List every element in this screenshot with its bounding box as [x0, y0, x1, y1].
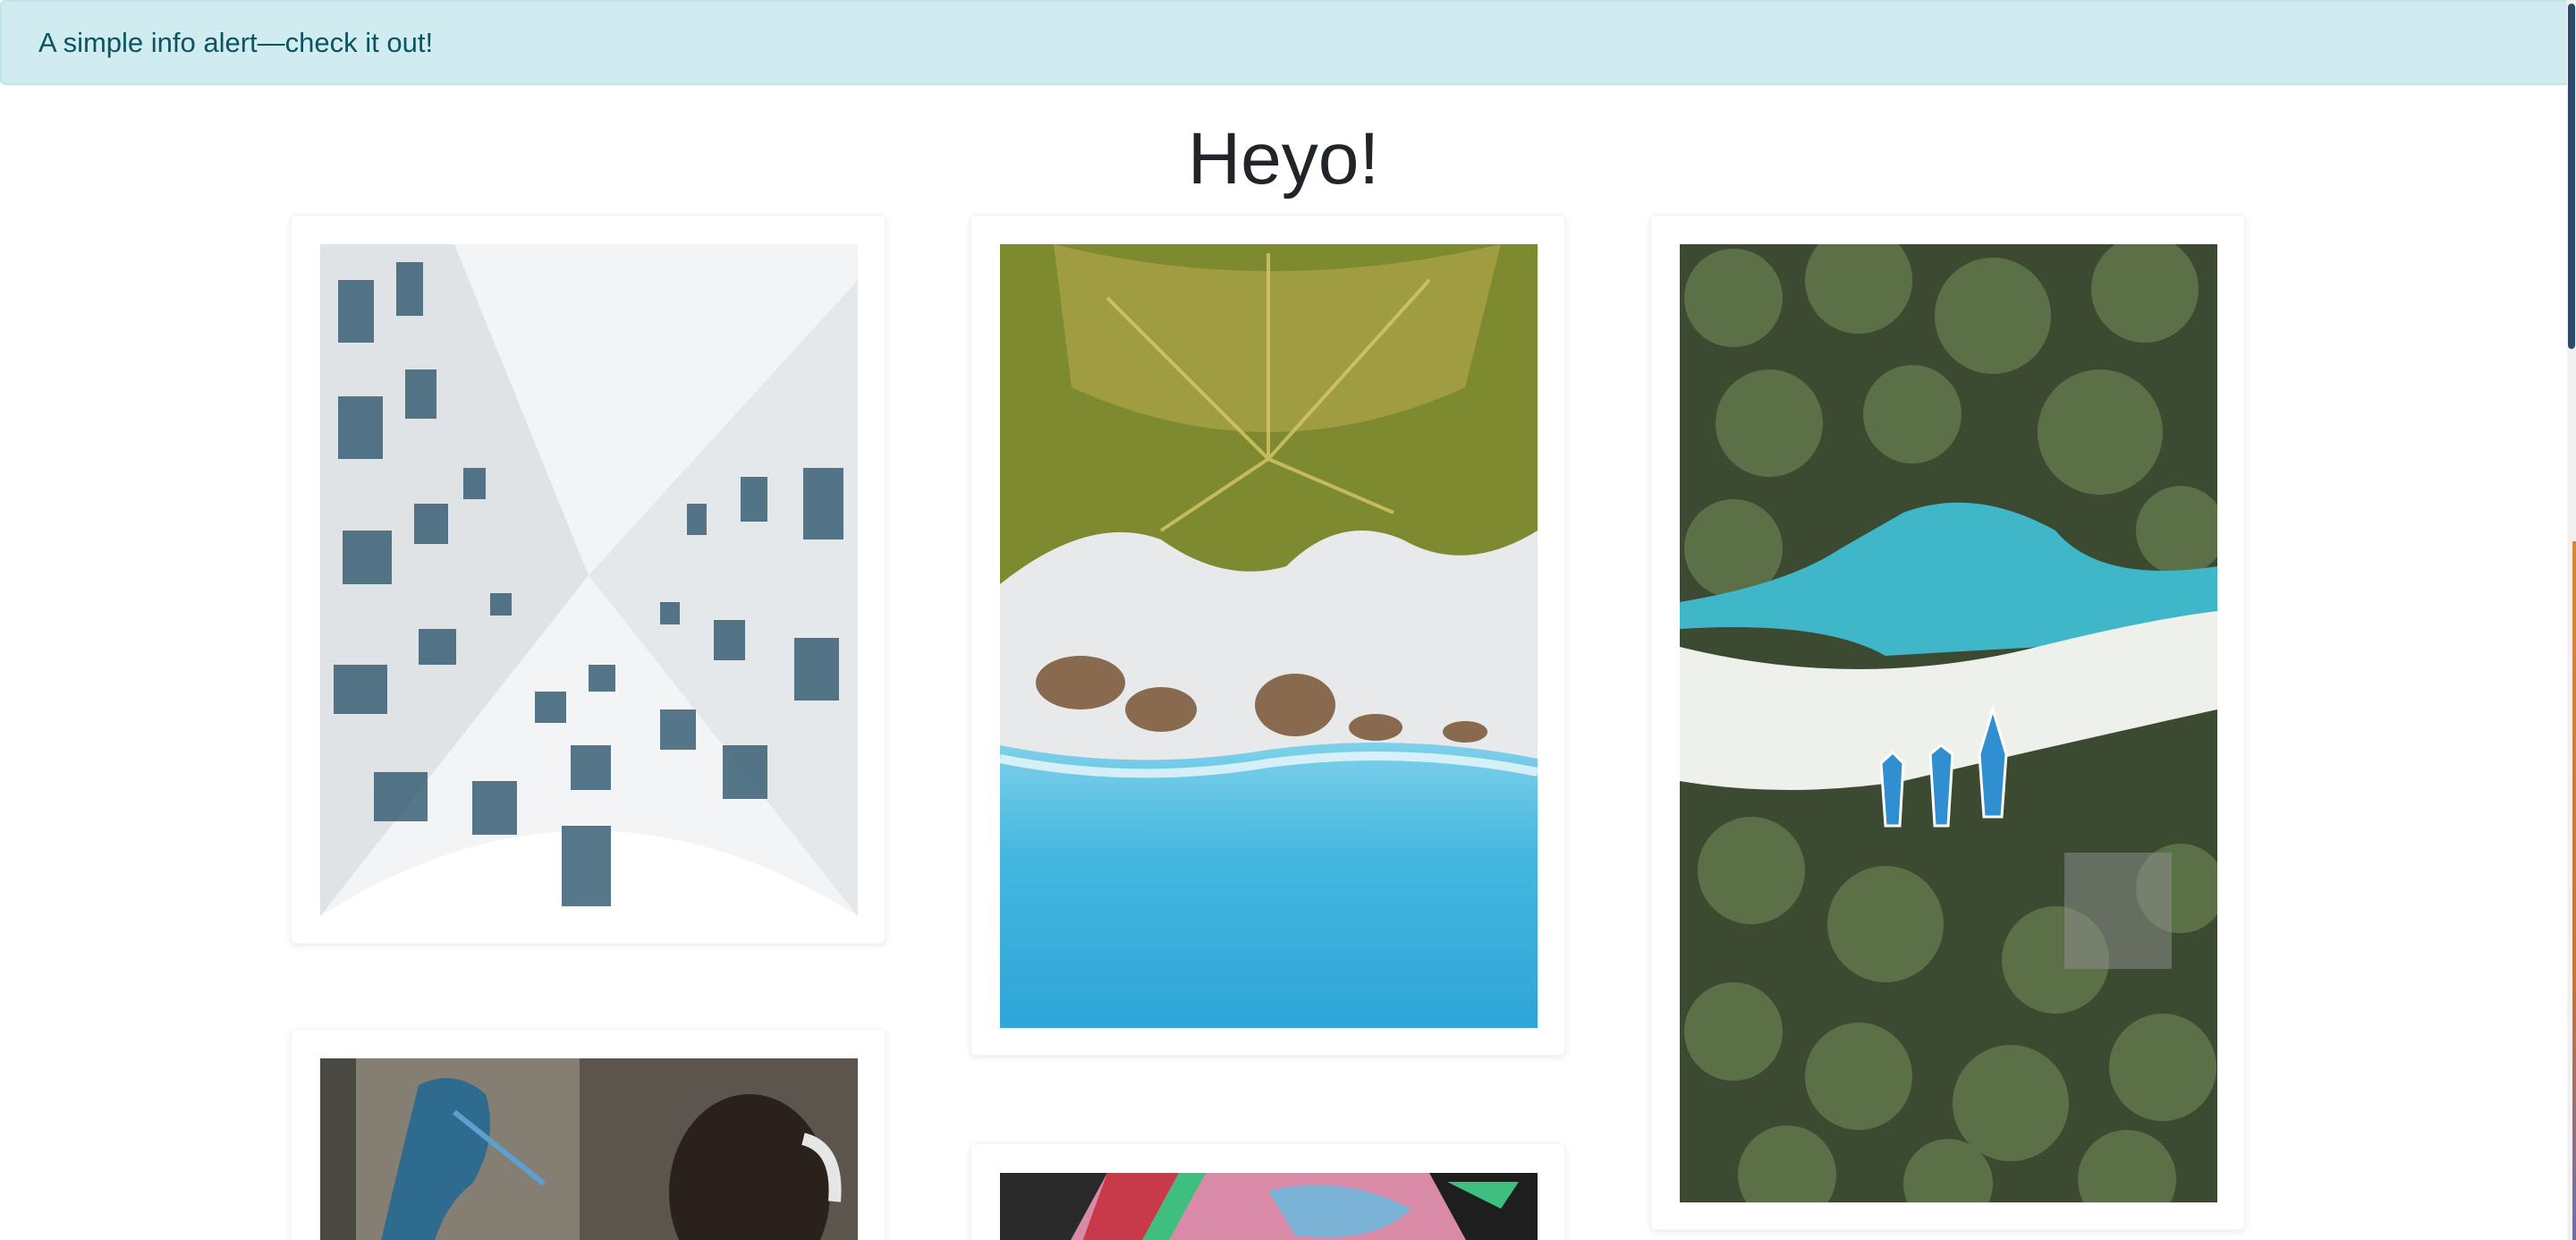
beach-photo	[1000, 244, 1538, 1028]
gallery-card-building[interactable]	[291, 215, 886, 944]
info-alert: A simple info alert—check it out!	[0, 0, 2571, 85]
graffiti-photo	[1000, 1173, 1538, 1240]
gallery-card-graffiti-person[interactable]	[291, 1029, 886, 1240]
gallery-card-beach[interactable]	[970, 215, 1565, 1056]
gallery-card-graffiti[interactable]	[970, 1143, 1565, 1240]
scrollbar-thumb[interactable]	[2568, 4, 2575, 349]
scrollbar-edge-decoration	[2572, 541, 2576, 1240]
gallery-card-palms[interactable]	[1650, 215, 2245, 1230]
page-title: Heyo!	[1187, 118, 1380, 200]
graffiti-person-photo	[320, 1058, 858, 1240]
alert-text: A simple info alert—check it out!	[38, 27, 434, 58]
palms-photo	[1680, 244, 2217, 1202]
building-photo	[320, 244, 858, 916]
